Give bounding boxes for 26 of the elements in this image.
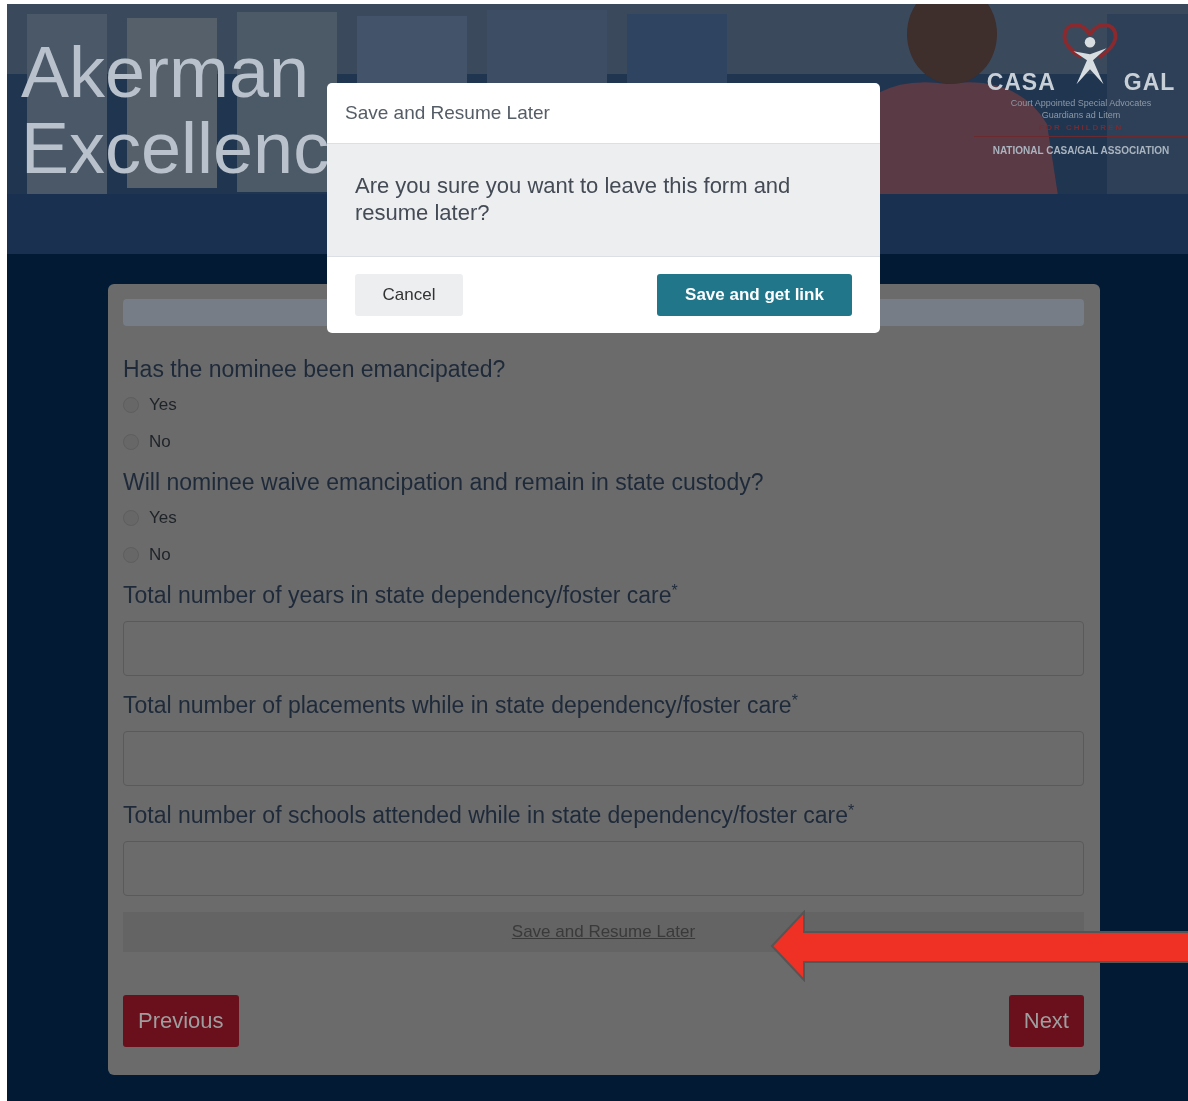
association-name: NATIONAL CASA/GAL ASSOCIATION xyxy=(992,145,1170,156)
site-title: Akerman xyxy=(21,34,310,110)
next-button[interactable]: Next xyxy=(1008,995,1084,1047)
question-label: Will nominee waive emancipation and remain in state custody? xyxy=(123,469,764,496)
radio-option[interactable]: Yes xyxy=(123,395,177,415)
option-label: No xyxy=(149,432,171,452)
radio-option[interactable]: Yes xyxy=(123,508,177,528)
option-label: Yes xyxy=(149,395,177,415)
cancel-button[interactable]: Cancel xyxy=(355,274,463,316)
option-label: No xyxy=(149,545,171,565)
radio-option[interactable]: No xyxy=(123,432,171,452)
save-link-button[interactable]: Save and get link xyxy=(657,274,852,316)
logo-subtitle: Court Appointed Special Advocates xyxy=(1010,98,1152,108)
question-label: Has the nominee been emancipated? xyxy=(123,356,506,383)
logo-subtitle: Guardians ad Litem xyxy=(1041,110,1121,120)
site-title: Excellenc xyxy=(21,110,330,186)
dialog-message: Are you sure you want to leave this form and resume later? xyxy=(355,173,791,225)
dialog-title: Save and Resume Later xyxy=(345,102,550,124)
previous-button[interactable]: Previous xyxy=(123,995,239,1047)
logo-text: CASA xyxy=(986,69,1056,96)
logo-text: GAL xyxy=(1123,69,1176,96)
question-label: Total number of placements while in state dependency/foster care* xyxy=(123,692,798,719)
radio-option[interactable]: No xyxy=(123,545,171,565)
option-label: Yes xyxy=(149,508,177,528)
question-label: Total number of schools attended while in state dependency/foster care* xyxy=(123,802,855,829)
question-label: Total number of years in state dependency/foster care* xyxy=(123,582,678,609)
